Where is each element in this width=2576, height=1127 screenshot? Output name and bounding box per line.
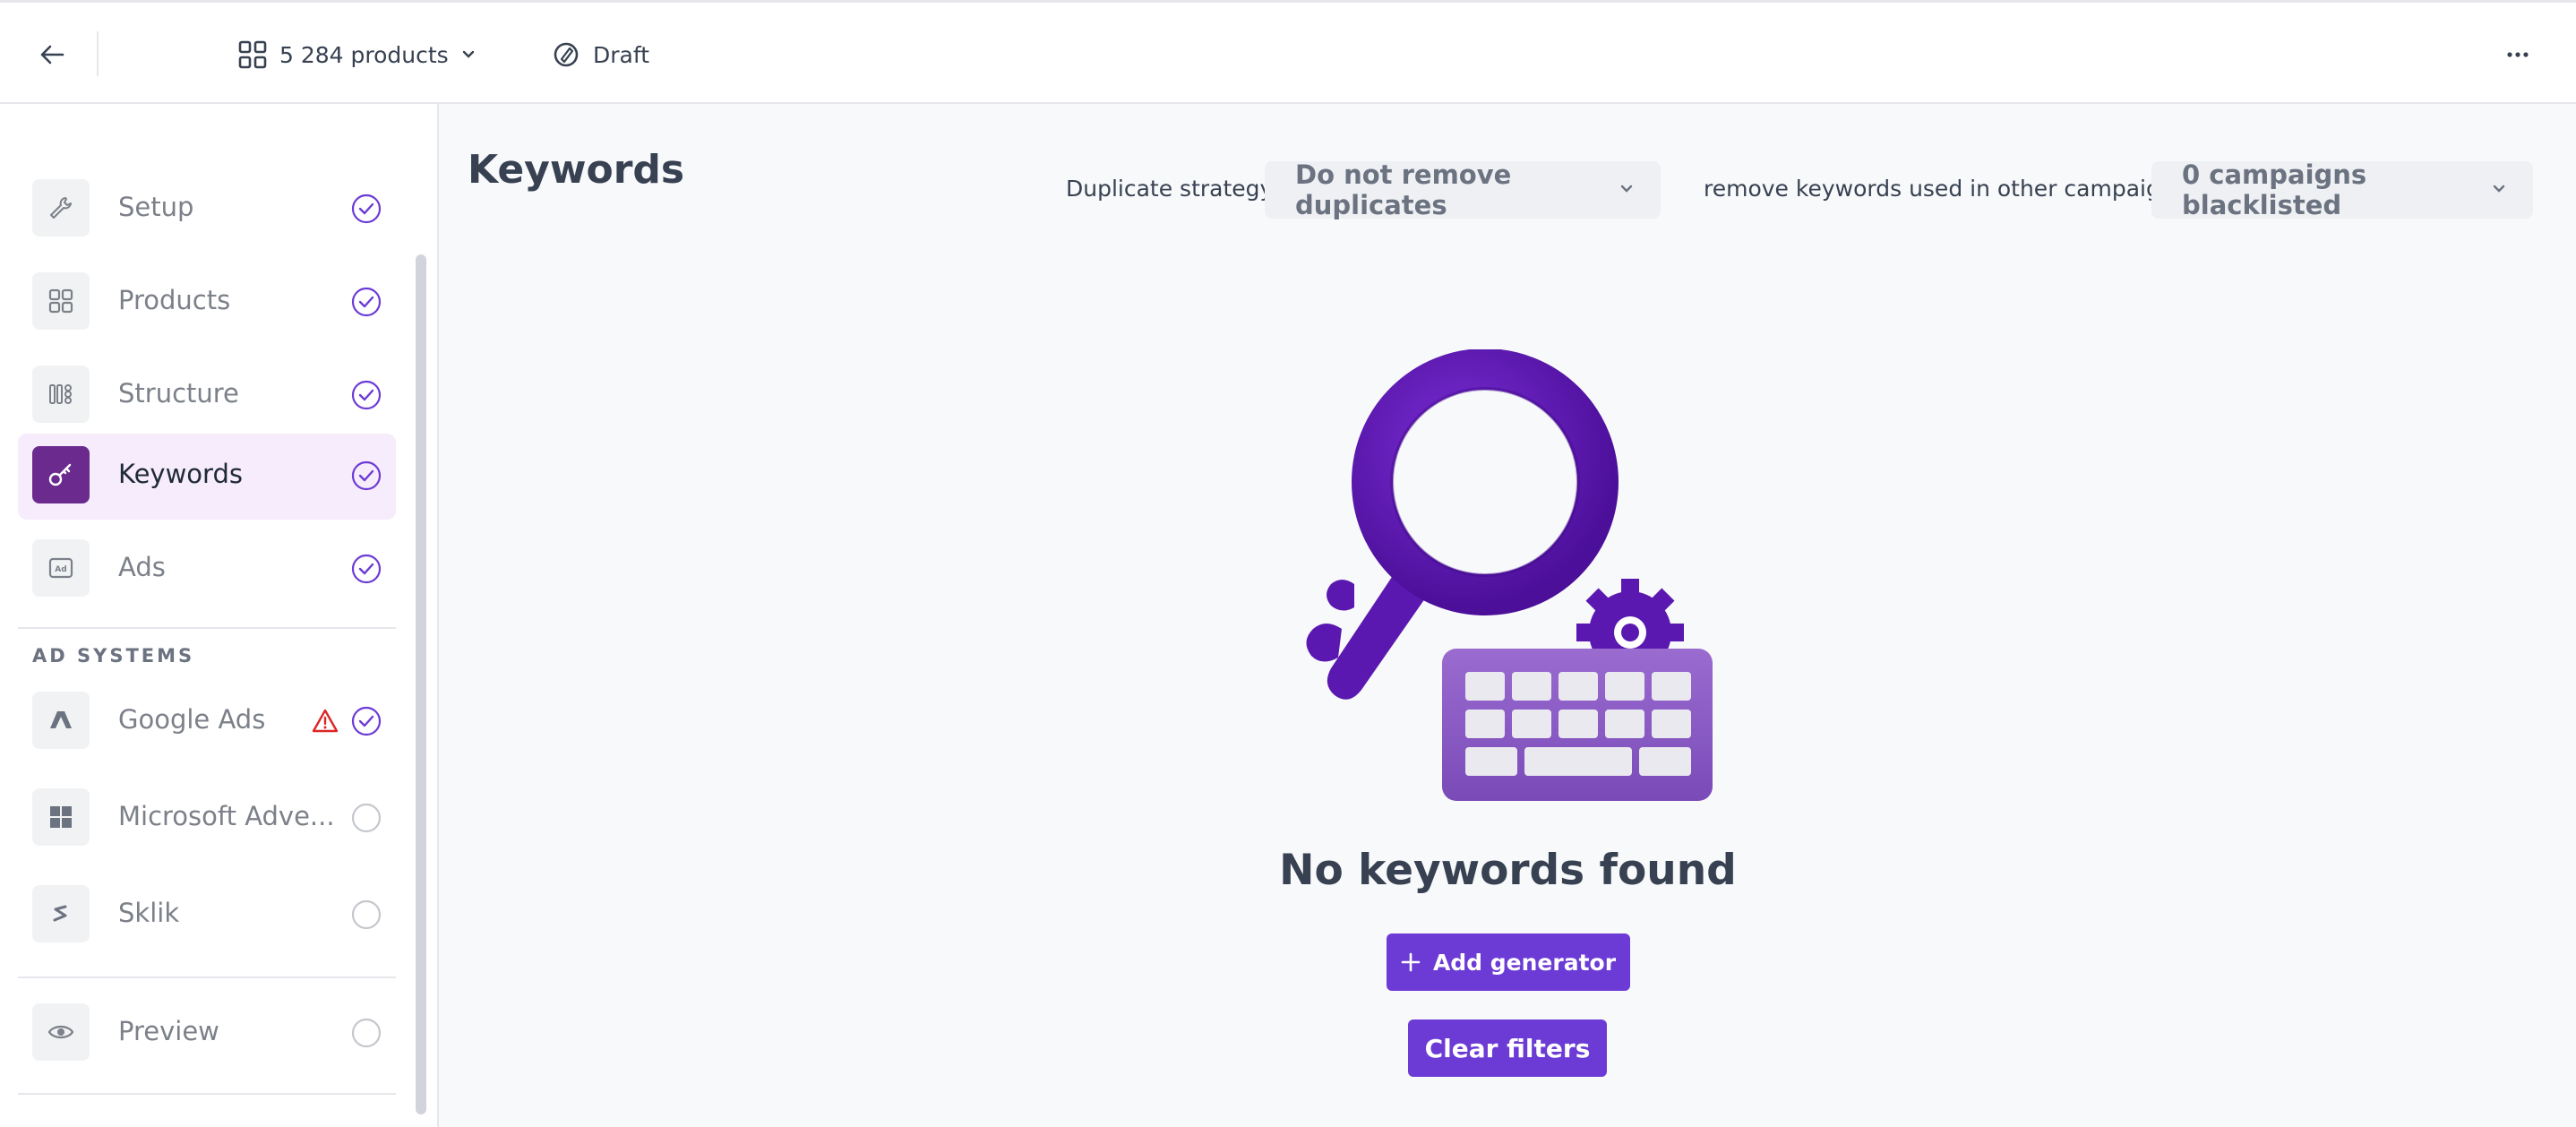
add-generator-label: Add generator [1432, 949, 1617, 976]
nav-icon-box [32, 446, 90, 503]
sidebar-item-label: Keywords [118, 459, 243, 489]
sidebar-item-label: Structure [118, 378, 239, 409]
warning-icon [312, 709, 339, 733]
products-count: 5 284 products [279, 41, 449, 68]
sidebar-item-ads[interactable]: Ad Ads [18, 527, 396, 613]
chevron-down-icon [462, 50, 474, 58]
nav-icon-box [32, 1003, 90, 1061]
wrench-icon [50, 197, 72, 219]
check-circle-icon [351, 554, 382, 584]
add-generator-button[interactable]: Add generator [1387, 933, 1630, 991]
arrow-left-icon [40, 45, 64, 65]
duplicate-strategy-select[interactable]: Do not remove duplicates [1265, 159, 1661, 220]
nav-icon-box [32, 885, 90, 942]
sklik-icon [53, 905, 67, 922]
nav-icon-box: Ad [32, 539, 90, 597]
eye-icon [47, 1025, 74, 1039]
grid-icon [238, 40, 267, 69]
nav-icon-box [32, 788, 90, 846]
duplicate-strategy-value: Do not remove duplicates [1295, 159, 1512, 220]
page-title: Keywords [468, 147, 685, 193]
sidebar-item-google-ads[interactable]: Google Ads [18, 679, 396, 765]
empty-state-title: No keywords found [1279, 846, 1737, 895]
remove-keywords-label: remove keywords used in other campaigns [1704, 176, 2186, 202]
sidebar-item-label: Ads [118, 552, 166, 582]
more-horizontal-icon [2507, 52, 2529, 57]
check-circle-icon [351, 460, 382, 491]
clear-filters-label: Clear filters [1424, 1033, 1591, 1063]
sidebar-divider [18, 627, 396, 629]
keywords-empty-illustration [1306, 349, 1713, 801]
sidebar-item-preview[interactable]: Preview [18, 991, 396, 1077]
sidebar-item-label: Microsoft Adve... [118, 801, 335, 831]
plus-icon [1401, 952, 1421, 972]
sidebar-item-label: Setup [118, 192, 194, 222]
ad-systems-heading: AD SYSTEMS [32, 645, 195, 667]
sidebar-divider [18, 976, 396, 978]
campaigns-blacklist-value: 0 campaigns blacklisted [2182, 159, 2367, 220]
sidebar-item-structure[interactable]: Structure [18, 353, 396, 439]
sidebar-item-label: Products [118, 285, 231, 315]
google-ads-icon [50, 711, 72, 728]
sidebar-scrollbar[interactable] [416, 254, 426, 1114]
svg-text:Ad: Ad [55, 565, 66, 574]
empty-circle-icon [351, 1018, 382, 1048]
sidebar-item-microsoft-advertising[interactable]: Microsoft Adve... [18, 776, 396, 862]
structure-icon [49, 384, 72, 404]
check-circle-icon [351, 706, 382, 736]
ad-icon: Ad [48, 557, 73, 579]
sidebar-item-keywords[interactable]: Keywords [18, 434, 396, 520]
more-options-button[interactable] [2499, 37, 2537, 73]
microsoft-icon [50, 806, 72, 828]
empty-circle-icon [351, 803, 382, 833]
top-divider [97, 31, 99, 76]
status-label: Draft [593, 41, 650, 68]
chevron-down-icon [2493, 185, 2505, 193]
nav-icon-box [32, 272, 90, 330]
sidebar-item-setup[interactable]: Setup [18, 167, 396, 253]
compass-pen-icon [554, 42, 579, 67]
key-icon [48, 463, 72, 486]
nav-icon-box [32, 366, 90, 423]
campaigns-blacklist-select[interactable]: 0 campaigns blacklisted [2151, 159, 2533, 220]
nav-icon-box [32, 692, 90, 749]
nav-icon-box [32, 179, 90, 237]
chevron-down-icon [1620, 185, 1633, 193]
status-draft-button[interactable]: Draft [552, 35, 649, 74]
clear-filters-button[interactable]: Clear filters [1408, 1019, 1607, 1077]
empty-circle-icon [351, 899, 382, 930]
check-circle-icon [351, 380, 382, 410]
sidebar-divider [18, 1093, 396, 1095]
duplicate-strategy-label: Duplicate strategy [1066, 176, 1274, 202]
products-dropdown[interactable]: 5 284 products [238, 35, 476, 74]
sidebar-item-products[interactable]: Products [18, 260, 396, 346]
top-bar: 5 284 products Draft [0, 0, 2576, 104]
sidebar-item-label: Sklik [118, 898, 180, 928]
check-circle-icon [351, 287, 382, 317]
sidebar-item-sklik[interactable]: Sklik [18, 873, 396, 959]
back-button[interactable] [32, 37, 72, 73]
sidebar-item-label: Google Ads [118, 704, 266, 735]
grid-icon [48, 288, 73, 314]
sidebar: Setup Products Structure Keywords Ad Ads… [0, 104, 439, 1127]
check-circle-icon [351, 194, 382, 224]
sidebar-item-label: Preview [118, 1016, 219, 1046]
